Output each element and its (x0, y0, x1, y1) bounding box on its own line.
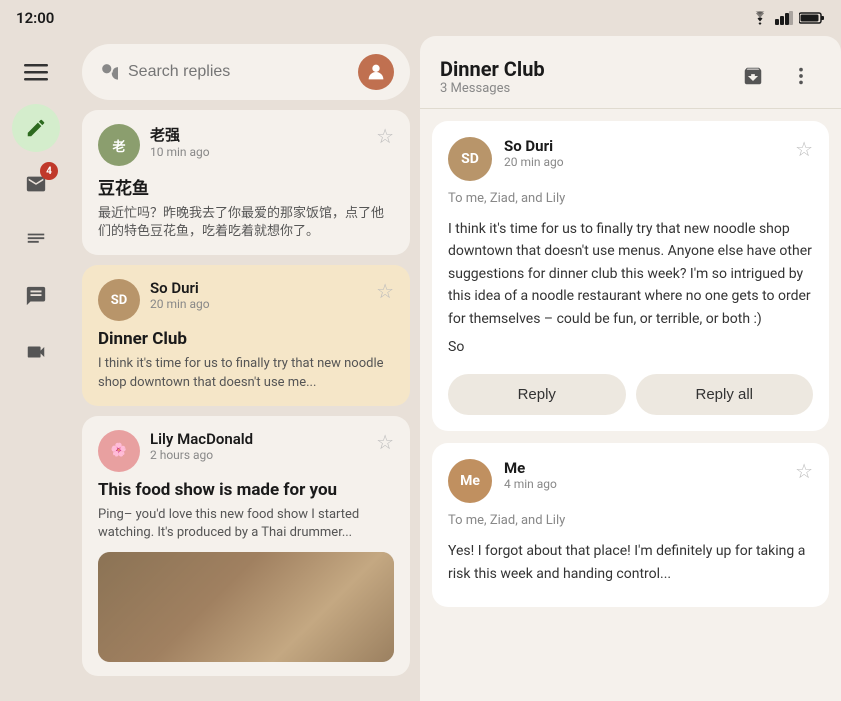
sender-time: 10 min ago (150, 145, 366, 159)
wifi-icon (751, 11, 769, 25)
email-sender-avatar: SD (448, 137, 492, 181)
sender-time: 2 hours ago (150, 448, 366, 462)
reply-all-button[interactable]: Reply all (636, 374, 814, 415)
email-recipients: To me, Ziad, and Lily (448, 191, 813, 206)
status-bar: 12:00 (0, 0, 841, 36)
signal-icon (775, 11, 793, 25)
email-sender-info: Me 4 min ago (504, 459, 783, 491)
detail-title: Dinner Club (440, 57, 545, 81)
sidebar: 4 (0, 36, 72, 701)
search-input[interactable] (128, 63, 348, 81)
sidebar-menu[interactable] (12, 48, 60, 96)
sidebar-notes[interactable] (12, 216, 60, 264)
detail-title-group: Dinner Club 3 Messages (440, 57, 545, 96)
sender-time: 20 min ago (150, 297, 366, 311)
email-msg-header: Me Me 4 min ago ☆ (448, 459, 813, 503)
message-list-panel: 老 老强 10 min ago ☆ 豆花鱼 最近忙吗？昨晚我去了你最爱的那家饭馆… (72, 36, 420, 701)
email-sender-name: So Duri (504, 137, 783, 155)
message-card[interactable]: SD So Duri 20 min ago ☆ Dinner Club I th… (82, 265, 410, 405)
message-card[interactable]: 老 老强 10 min ago ☆ 豆花鱼 最近忙吗？昨晚我去了你最爱的那家饭馆… (82, 110, 410, 255)
email-sender-avatar: Me (448, 459, 492, 503)
thread-messages: SD So Duri 20 min ago ☆ To me, Ziad, and… (420, 121, 841, 607)
sender-info: Lily MacDonald 2 hours ago (150, 430, 366, 462)
detail-header: Dinner Club 3 Messages (420, 36, 841, 109)
sender-info: 老强 10 min ago (150, 124, 366, 159)
sidebar-chat[interactable] (12, 272, 60, 320)
sender-info: So Duri 20 min ago (150, 279, 366, 311)
message-card[interactable]: 🌸 Lily MacDonald 2 hours ago ☆ This food… (82, 416, 410, 676)
sender-name: Lily MacDonald (150, 430, 366, 448)
sender-name: 老强 (150, 124, 366, 145)
battery-icon (799, 11, 825, 25)
email-message: SD So Duri 20 min ago ☆ To me, Ziad, and… (432, 121, 829, 431)
email-sender-time: 20 min ago (504, 155, 783, 169)
user-avatar[interactable] (358, 54, 394, 90)
star-button[interactable]: ☆ (376, 124, 394, 149)
status-icons (751, 11, 825, 25)
email-star-button[interactable]: ☆ (795, 137, 813, 162)
reply-button[interactable]: Reply (448, 374, 626, 415)
message-preview: 最近忙吗？昨晚我去了你最爱的那家饭馆，点了他们的特色豆花鱼，吃着吃着就想你了。 (98, 205, 394, 241)
sender-avatar: 老 (98, 124, 140, 166)
sidebar-meet[interactable] (12, 328, 60, 376)
email-body: I think it's time for us to finally try … (448, 218, 813, 358)
sender-name: So Duri (150, 279, 366, 297)
email-msg-header: SD So Duri 20 min ago ☆ (448, 137, 813, 181)
message-preview: I think it's time for us to finally try … (98, 355, 394, 391)
message-list: 老 老强 10 min ago ☆ 豆花鱼 最近忙吗？昨晚我去了你最爱的那家饭馆… (82, 110, 410, 676)
search-bar (82, 44, 410, 100)
email-body: Yes! I forgot about that place! I'm defi… (448, 540, 813, 585)
reply-actions: Reply Reply all (448, 374, 813, 415)
email-recipients: To me, Ziad, and Lily (448, 513, 813, 528)
detail-actions (733, 56, 821, 96)
email-sender-time: 4 min ago (504, 477, 783, 491)
mail-badge-count: 4 (40, 162, 58, 180)
message-subject: Dinner Club (98, 329, 394, 349)
star-button[interactable]: ☆ (376, 279, 394, 304)
sender-avatar: 🌸 (98, 430, 140, 472)
archive-button[interactable] (733, 56, 773, 96)
more-button[interactable] (781, 56, 821, 96)
message-subject: 豆花鱼 (98, 174, 394, 199)
email-sender-info: So Duri 20 min ago (504, 137, 783, 169)
email-star-button[interactable]: ☆ (795, 459, 813, 484)
detail-panel: Dinner Club 3 Messages SD (420, 36, 841, 701)
message-subject: This food show is made for you (98, 480, 394, 500)
detail-subtitle: 3 Messages (440, 81, 545, 96)
sender-avatar: SD (98, 279, 140, 321)
message-preview: Ping– you'd love this new food show I st… (98, 506, 394, 542)
sidebar-mail[interactable]: 4 (12, 160, 60, 208)
search-icon (98, 60, 118, 85)
email-message: Me Me 4 min ago ☆ To me, Ziad, and Lily … (432, 443, 829, 607)
status-time: 12:00 (16, 9, 54, 27)
sidebar-compose[interactable] (12, 104, 60, 152)
star-button[interactable]: ☆ (376, 430, 394, 455)
message-image (98, 552, 394, 662)
email-sender-name: Me (504, 459, 783, 477)
